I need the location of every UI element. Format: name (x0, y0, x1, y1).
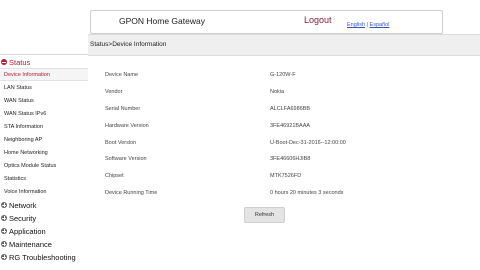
sidebar-item-label: Voice Information (4, 188, 47, 195)
info-label: Vendor (105, 89, 123, 95)
sidebar-section-security[interactable]: Security (0, 212, 88, 224)
info-label: Device Name (105, 72, 139, 78)
sidebar-item-label: Statistics (4, 175, 27, 182)
info-row-device-name: Device Name G-120W-F (88, 72, 480, 82)
info-label: Device Running Time (105, 190, 158, 196)
info-row-software-version: Software Version 3FE46606HJIB8 (88, 156, 480, 166)
sidebar-section-label: Application (9, 226, 46, 236)
sidebar-item-label: WAN Status (4, 97, 34, 104)
sidebar-item-neighboring-ap[interactable]: Neighboring AP (0, 133, 88, 146)
sidebar-item-voice-information[interactable]: Voice Information (0, 185, 88, 198)
info-value: 3FE46921BAAA (270, 123, 311, 129)
sidebar-section-label: Status (9, 57, 31, 67)
expand-icon (1, 254, 7, 260)
lang-english-link[interactable]: English (347, 22, 365, 28)
info-label: Software Version (105, 156, 147, 162)
info-row-vendor: Vendor Nokia (88, 89, 480, 99)
lang-separator: | (366, 22, 369, 28)
expand-icon (1, 241, 7, 247)
info-row-device-running-time: Device Running Time 0 hours 20 minutes 3… (88, 190, 480, 200)
info-row-hardware-version: Hardware Version 3FE46921BAAA (88, 123, 480, 133)
info-label: Serial Number (105, 106, 141, 112)
sidebar-item-optics-module-status[interactable]: Optics Module Status (0, 159, 88, 172)
info-value: MTK7526FD (270, 173, 302, 179)
sidebar-item-statistics[interactable]: Statistics (0, 172, 88, 185)
info-label: Hardware Version (105, 123, 149, 129)
logout-link[interactable]: Logout (304, 15, 332, 25)
sidebar-item-label: Neighboring AP (4, 136, 43, 143)
sidebar-item-label: Device Information (4, 71, 50, 78)
info-value: 3FE46606HJIB8 (270, 156, 311, 162)
sidebar-item-label: LAN Status (4, 84, 32, 91)
sidebar-item-wan-status-ipv6[interactable]: WAN Status IPv6 (0, 107, 88, 120)
sidebar-section-label: RG Troubleshooting (9, 252, 76, 262)
sidebar-section-rg-troubleshooting[interactable]: RG Troubleshooting (0, 251, 88, 263)
info-label: Chipset (105, 173, 124, 179)
sidebar-item-label: STA Information (4, 123, 44, 130)
lang-spanish-link[interactable]: Español (370, 22, 390, 28)
info-value: G-120W-F (270, 72, 296, 78)
device-info-panel: Device Name G-120W-F Vendor Nokia Serial… (88, 55, 480, 270)
expand-icon (1, 202, 7, 208)
info-row-serial-number: Serial Number ALCLFA6986BB (88, 106, 480, 116)
sidebar-divider (0, 54, 88, 55)
sidebar-item-lan-status[interactable]: LAN Status (0, 81, 88, 94)
sidebar-item-label: Home Networking (4, 149, 48, 156)
info-label: Boot Version (105, 140, 137, 146)
top-header: GPON Home Gateway Logout (90, 10, 443, 34)
info-value: Nokia (270, 89, 285, 95)
sidebar-item-label: Optics Module Status (4, 162, 57, 169)
sidebar-section-network[interactable]: Network (0, 199, 88, 211)
sidebar: Status Device Information LAN Status WAN… (0, 54, 88, 270)
collapse-icon (1, 59, 7, 65)
sidebar-item-sta-information[interactable]: STA Information (0, 120, 88, 133)
sidebar-section-status[interactable]: Status (0, 56, 88, 68)
info-row-chipset: Chipset MTK7526FD (88, 173, 480, 183)
sidebar-section-application[interactable]: Application (0, 225, 88, 237)
refresh-button[interactable]: Refresh (244, 207, 285, 223)
expand-icon (1, 215, 7, 221)
app-title: GPON Home Gateway (119, 16, 205, 26)
breadcrumb: Status>Device Information (90, 41, 167, 48)
sidebar-item-wan-status[interactable]: WAN Status (0, 94, 88, 107)
sidebar-item-device-information[interactable]: Device Information (0, 68, 88, 81)
info-row-boot-version: Boot Version U-Boot-Dec-31-2016--12:00:0… (88, 140, 480, 150)
language-switcher: English | Español (347, 22, 389, 28)
sidebar-section-label: Maintenance (9, 239, 52, 249)
breadcrumb-bar: Status>Device Information (88, 34, 480, 56)
sidebar-section-maintenance[interactable]: Maintenance (0, 238, 88, 250)
expand-icon (1, 228, 7, 234)
sidebar-item-label: WAN Status IPv6 (4, 110, 47, 117)
info-value: ALCLFA6986BB (270, 106, 311, 112)
sidebar-item-home-networking[interactable]: Home Networking (0, 146, 88, 159)
sidebar-section-label: Security (9, 213, 37, 223)
sidebar-section-label: Network (9, 200, 37, 210)
info-value: 0 hours 20 minutes 3 seconds (270, 190, 344, 196)
info-value: U-Boot-Dec-31-2016--12:00:00 (270, 140, 346, 146)
